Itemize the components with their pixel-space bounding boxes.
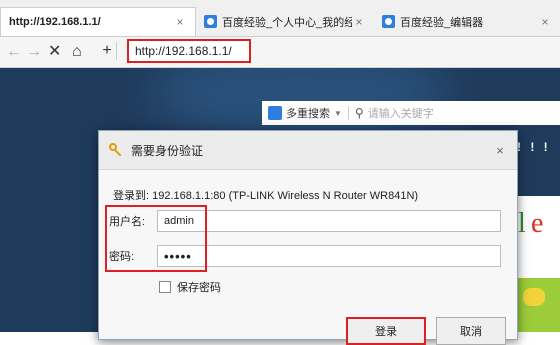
home-icon[interactable]: ⌂ <box>72 43 82 61</box>
stop-icon[interactable]: ✕ <box>48 43 61 61</box>
tab-title: http://192.168.1.1/ <box>9 16 101 28</box>
remember-password-option[interactable]: 保存密码 <box>159 279 221 295</box>
close-tab-icon[interactable]: × <box>352 15 366 29</box>
logo-letter-e: e <box>531 208 544 239</box>
username-row: 用户名: admin <box>109 208 501 234</box>
tab-strip: http://192.168.1.1/ × 百度经验_个人中心_我的经验 × 百… <box>0 0 560 37</box>
dialog-title: 需要身份验证 <box>131 143 204 158</box>
login-button[interactable]: 登录 <box>346 317 426 345</box>
close-icon[interactable]: × <box>493 143 507 158</box>
remember-password-label: 保存密码 <box>177 282 221 294</box>
tab-baidu-editor[interactable]: 百度经验_编辑器 × <box>374 7 560 36</box>
password-input[interactable]: ••••• <box>157 245 501 267</box>
back-arrow-icon[interactable]: ← <box>6 43 22 61</box>
page-image-thumbnail <box>517 278 560 332</box>
new-tab-icon[interactable]: + <box>98 42 117 60</box>
page-exclamation-marks: ! ! ! <box>517 140 551 154</box>
search-engine-selector[interactable]: 多重搜索 <box>286 105 330 121</box>
logo-letter-l: l <box>518 208 526 239</box>
tab-title: 百度经验_编辑器 <box>400 16 484 29</box>
multi-search-bar: 多重搜索 ▼ ⚲ 请输入关键字 <box>262 101 560 125</box>
baidu-favicon-icon <box>382 15 395 28</box>
search-engine-logo-icon <box>268 106 282 120</box>
close-tab-icon[interactable]: × <box>173 15 187 29</box>
search-icon[interactable]: ⚲ <box>355 106 364 120</box>
auth-dialog: 需要身份验证 × 登录到: 192.168.1.1:80 (TP-LINK Wi… <box>98 130 518 345</box>
dialog-header: 需要身份验证 × <box>99 131 517 170</box>
baidu-favicon-icon <box>204 15 217 28</box>
password-row: 密码: ••••• <box>109 243 501 269</box>
navigation-bar: ← → ✕ ⌂ + http://192.168.1.1/ <box>0 37 560 68</box>
tab-title: 百度经验_个人中心_我的经验 <box>222 16 352 29</box>
login-target-message: 登录到: 192.168.1.1:80 (TP-LINK Wireless N … <box>113 190 419 202</box>
remember-password-checkbox[interactable] <box>159 281 171 293</box>
cancel-button[interactable]: 取消 <box>436 317 506 345</box>
address-bar[interactable]: http://192.168.1.1/ <box>127 39 251 63</box>
tab-baidu-personal[interactable]: 百度经验_个人中心_我的经验 × <box>196 7 374 36</box>
search-input[interactable]: 请输入关键字 <box>368 105 434 121</box>
chevron-down-icon[interactable]: ▼ <box>334 109 342 118</box>
close-tab-icon[interactable]: × <box>538 15 552 29</box>
forward-arrow-icon[interactable]: → <box>26 43 42 61</box>
password-label: 密码: <box>109 251 135 263</box>
address-text: http://192.168.1.1/ <box>135 44 232 58</box>
tab-router-admin[interactable]: http://192.168.1.1/ × <box>0 7 196 36</box>
username-input[interactable]: admin <box>157 210 501 232</box>
key-icon <box>109 143 123 157</box>
divider <box>347 106 349 120</box>
username-label: 用户名: <box>109 216 146 228</box>
